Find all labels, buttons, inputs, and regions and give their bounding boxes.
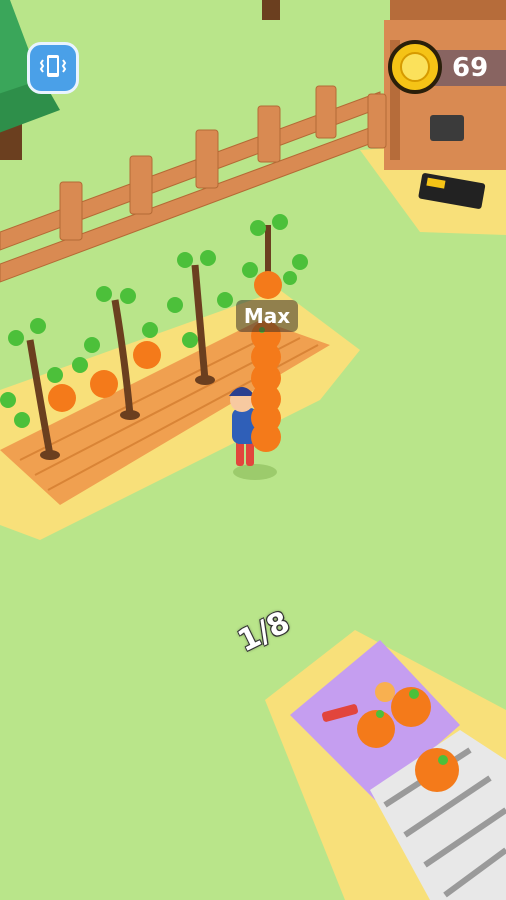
game-world [0,0,506,900]
vibration-toggle-button[interactable] [27,42,79,94]
tree-trunk-top [262,0,280,20]
coin-counter: 69 [388,40,506,96]
coin-count: 69 [452,53,489,83]
coin-icon [388,40,442,94]
orange-stack [251,321,281,452]
phone-vibrate-icon [38,51,68,85]
carry-capacity-label: Max [236,300,298,332]
